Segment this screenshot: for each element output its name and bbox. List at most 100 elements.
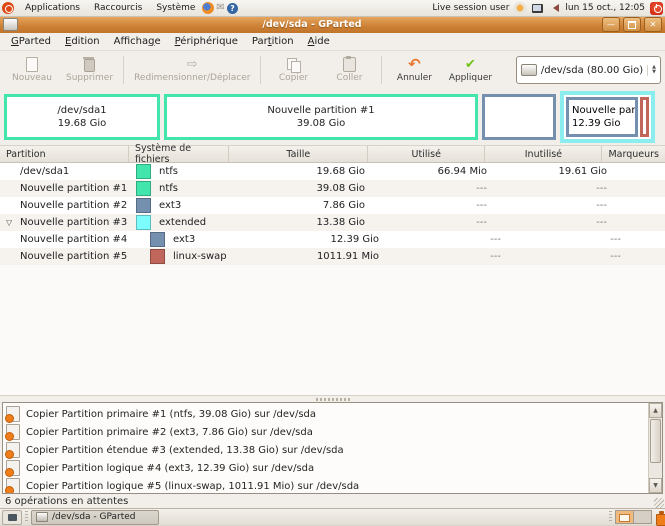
fs-color-ntfs — [136, 164, 151, 179]
operation-copy-icon — [5, 406, 20, 423]
minimize-button[interactable]: — — [602, 17, 620, 32]
visual-partition-sda1[interactable]: /dev/sda1 19.68 Gio — [4, 94, 160, 140]
menu-affichage[interactable]: Affichage — [107, 36, 168, 47]
show-desktop-button[interactable] — [2, 509, 22, 525]
operation-copy-icon — [5, 442, 20, 459]
display-icon[interactable] — [531, 2, 543, 14]
help-icon[interactable]: ? — [226, 2, 238, 14]
table-row-partition-2[interactable]: Nouvelle partition #2 ext3 7.86 Gio --- … — [0, 197, 665, 214]
copy-icon — [286, 57, 301, 73]
workspace-2[interactable] — [633, 511, 651, 523]
workspace-1[interactable] — [616, 511, 633, 523]
gparted-task-icon — [36, 512, 48, 522]
power-icon[interactable] — [650, 1, 663, 15]
toolbar-separator — [381, 56, 383, 84]
new-button[interactable]: Nouveau — [4, 55, 60, 85]
top-panel: Applications Raccourcis Système ✉ ? Live… — [0, 0, 665, 17]
table-header: Partition Système de fichiers Taille Uti… — [0, 143, 665, 165]
clock[interactable]: lun 15 oct., 12:05 — [565, 3, 645, 13]
visual-partition-1[interactable]: Nouvelle partition #1 39.08 Gio — [164, 94, 478, 140]
operations-panel: Copier Partition primaire #1 (ntfs, 39.0… — [2, 402, 663, 494]
resize-move-button[interactable]: ⇨ Redimensionner/Déplacer — [128, 55, 256, 85]
spinner-arrows-icon[interactable]: ▲ ▼ — [647, 64, 656, 76]
statusbar: 6 opérations en attentes — [0, 494, 665, 509]
toolbar-separator — [260, 56, 262, 84]
header-size[interactable]: Taille — [229, 146, 369, 162]
undo-icon: ↶ — [408, 55, 421, 73]
header-partition[interactable]: Partition — [0, 146, 129, 162]
visual-partition-4[interactable]: Nouvelle partition #4 12.39 Gio — [566, 97, 638, 137]
taskbar-handle[interactable] — [25, 511, 28, 523]
copy-button[interactable]: Copier — [265, 55, 321, 85]
mail-icon[interactable]: ✉ — [214, 2, 226, 14]
device-selector-value: /dev/sda (80.00 Gio) — [540, 64, 644, 76]
fs-color-ext3 — [150, 232, 165, 247]
visual-partition-5-swap[interactable] — [640, 97, 649, 137]
visual-partition-2[interactable] — [482, 94, 556, 140]
header-flags[interactable]: Marqueurs — [602, 146, 665, 162]
new-partition-icon — [26, 57, 38, 72]
partition-table: Partition Système de fichiers Taille Uti… — [0, 143, 665, 265]
maximize-button[interactable] — [623, 17, 641, 32]
titlebar[interactable]: /dev/sda - GParted — ✕ — [0, 16, 665, 33]
table-row-partition-4[interactable]: Nouvelle partition #4 ext3 12.39 Gio ---… — [0, 231, 665, 248]
drive-icon — [520, 64, 537, 76]
user-switcher-icon[interactable] — [514, 2, 527, 14]
operation-copy-icon — [5, 424, 20, 441]
delete-button[interactable]: Supprimer — [60, 55, 119, 85]
operation-item[interactable]: Copier Partition logique #4 (ext3, 12.39… — [5, 459, 648, 477]
table-empty-area — [0, 265, 665, 396]
menu-edition[interactable]: Edition — [58, 36, 107, 47]
panel-menu-raccourcis[interactable]: Raccourcis — [87, 0, 149, 16]
fs-color-ext3 — [136, 198, 151, 213]
scrollbar-thumb[interactable] — [650, 419, 661, 463]
panel-menu-applications[interactable]: Applications — [18, 0, 87, 16]
table-row-partition-3[interactable]: ▽ Nouvelle partition #3 extended 13.38 Gi… — [0, 214, 665, 231]
operation-item[interactable]: Copier Partition étendue #3 (extended, 1… — [5, 441, 648, 459]
header-filesystem[interactable]: Système de fichiers — [129, 143, 230, 165]
fs-color-ntfs — [136, 181, 151, 196]
header-unused[interactable]: Inutilisé — [485, 146, 603, 162]
scroll-down-icon[interactable]: ▼ — [649, 478, 662, 493]
expander-icon[interactable]: ▽ — [6, 218, 17, 227]
resize-grip[interactable] — [654, 498, 664, 508]
taskbar-handle[interactable] — [609, 511, 612, 523]
operation-item[interactable]: Copier Partition logique #5 (linux-swap,… — [5, 477, 648, 493]
task-button-gparted[interactable]: /dev/sda - GParted — [31, 509, 159, 525]
menu-peripherique[interactable]: Périphérique — [168, 36, 245, 47]
close-button[interactable]: ✕ — [644, 17, 662, 32]
panel-menu-systeme[interactable]: Système — [149, 0, 202, 16]
table-row-partition-1[interactable]: Nouvelle partition #1 ntfs 39.08 Gio ---… — [0, 180, 665, 197]
operation-item[interactable]: Copier Partition primaire #2 (ext3, 7.86… — [5, 423, 648, 441]
firefox-icon[interactable] — [202, 2, 215, 14]
resize-arrow-icon: ⇨ — [186, 57, 198, 72]
table-row-partition-5[interactable]: Nouvelle partition #5 linux-swap 1011.91… — [0, 248, 665, 265]
ubuntu-logo-icon[interactable] — [2, 2, 14, 14]
trash-icon[interactable] — [655, 510, 665, 526]
operation-copy-icon — [5, 478, 20, 493]
volume-icon[interactable] — [548, 2, 560, 14]
visual-partition-3-extended[interactable]: Nouvelle partition #4 12.39 Gio — [560, 91, 655, 143]
session-user-label[interactable]: Live session user — [432, 3, 509, 13]
header-used[interactable]: Utilisé — [368, 146, 486, 162]
toolbar-separator — [123, 56, 125, 84]
operation-item[interactable]: Copier Partition primaire #1 (ntfs, 39.0… — [5, 405, 648, 423]
device-selector[interactable]: /dev/sda (80.00 Gio) ▲ ▼ — [515, 56, 661, 84]
menu-gparted[interactable]: GParted — [4, 36, 58, 47]
operation-copy-icon — [5, 460, 20, 477]
operations-scrollbar[interactable]: ▲ ▼ — [648, 403, 662, 493]
paste-icon — [342, 56, 356, 72]
paste-button[interactable]: Coller — [321, 55, 377, 85]
apply-check-icon: ✔ — [464, 57, 476, 72]
scroll-up-icon[interactable]: ▲ — [649, 403, 662, 418]
window-title: /dev/sda - GParted — [262, 19, 362, 30]
workspace-switcher[interactable] — [615, 510, 652, 524]
bottom-taskbar: /dev/sda - GParted — [0, 508, 665, 526]
desktop: Applications Raccourcis Système ✉ ? Live… — [0, 0, 665, 526]
menu-partition[interactable]: Partition — [245, 36, 301, 47]
undo-button[interactable]: ↶ Annuler — [386, 55, 442, 85]
apply-button[interactable]: ✔ Appliquer — [442, 55, 498, 85]
menubar: GParted Edition Affichage Périphérique P… — [0, 33, 665, 51]
menu-aide[interactable]: Aide — [301, 36, 337, 47]
table-row-sda1[interactable]: /dev/sda1 ntfs 19.68 Gio 66.94 Mio 19.61… — [0, 163, 665, 180]
